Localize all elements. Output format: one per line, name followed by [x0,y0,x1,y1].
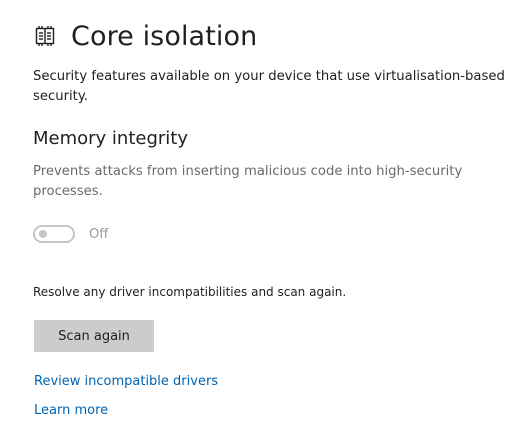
review-incompatible-drivers-link[interactable]: Review incompatible drivers [34,374,218,389]
memory-integrity-toggle[interactable] [33,225,75,243]
resolve-instructions: Resolve any driver incompatibilities and… [33,285,347,299]
memory-integrity-description: Prevents attacks from inserting maliciou… [33,164,463,199]
core-isolation-page: Core isolation Security features availab… [0,0,527,434]
toggle-state-label: Off [89,226,109,242]
page-header: Core isolation [33,18,257,54]
memory-integrity-title: Memory integrity [33,128,189,149]
memory-integrity-toggle-row: Off [33,225,108,243]
toggle-knob [39,230,47,238]
page-title: Core isolation [71,20,258,52]
chip-icon [33,24,57,48]
scan-again-button[interactable]: Scan again [34,320,154,352]
intro-text: Security features available on your devi… [33,69,505,104]
learn-more-link[interactable]: Learn more [34,403,108,418]
